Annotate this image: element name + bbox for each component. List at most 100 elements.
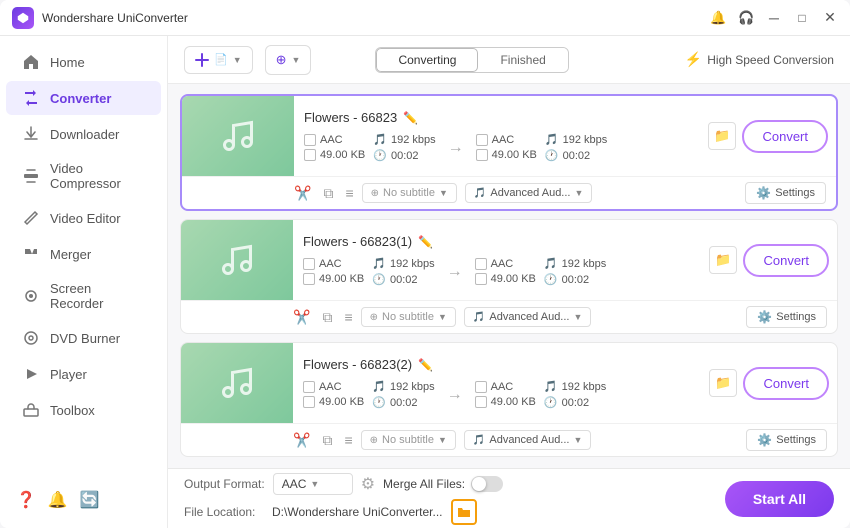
file-name-row-1: Flowers - 66823 ✏️: [304, 110, 690, 125]
start-all-button[interactable]: Start All: [725, 481, 834, 517]
lightning-icon: ⚡: [685, 51, 702, 68]
output-format-select[interactable]: AAC ▼: [273, 473, 353, 495]
gear-icon-3: ⚙️: [757, 433, 772, 447]
folder-btn-3[interactable]: 📁: [709, 369, 737, 397]
file-card-bottom-1: ✂️ ⧉ ≡ ⊕ No subtitle ▼ 🎵 Advanced Aud...: [182, 176, 836, 209]
file-name-row-3: Flowers - 66823(2) ✏️: [303, 357, 691, 372]
file-path-display: D:\Wondershare UniConverter...: [272, 505, 443, 519]
output-format-2: AAC 49.00 KB: [475, 258, 536, 285]
file-formats-2: AAC 49.00 KB 🎵192 kbps 🕐00:02 → AAC: [303, 257, 691, 286]
input-bitrate-1: 192 kbps: [391, 134, 436, 146]
convert-button-3[interactable]: Convert: [743, 367, 829, 400]
edit-icon-2[interactable]: ✏️: [418, 235, 433, 249]
input-bitrate-2: 192 kbps: [390, 258, 435, 270]
subtitle-select-1[interactable]: ⊕ No subtitle ▼: [362, 183, 457, 203]
headset-icon[interactable]: 🎧: [738, 10, 754, 26]
output-bitrate-3: 192 kbps: [562, 381, 607, 393]
sidebar: Home Converter Downloader Video Compress…: [0, 36, 168, 528]
sidebar-item-merger[interactable]: Merger: [6, 237, 161, 271]
subtitle-select-3[interactable]: ⊕ No subtitle ▼: [361, 430, 456, 450]
high-speed-label: High Speed Conversion: [707, 53, 834, 67]
file-actions-3: 📁 Convert: [701, 367, 837, 400]
toolbar: 📄 ▼ ⊕ ▼ Converting Finished ⚡ High Speed…: [168, 36, 850, 84]
output-format-row: Output Format: AAC ▼ ⚙ Merge All Files:: [184, 473, 709, 495]
bell-icon[interactable]: 🔔: [48, 490, 68, 510]
scissors-icon-3[interactable]: ✂️: [293, 432, 310, 449]
sidebar-label-converter: Converter: [50, 91, 111, 106]
folder-btn-1[interactable]: 📁: [708, 122, 736, 150]
arrow-icon-1: →: [444, 139, 468, 157]
copy-icon-3[interactable]: ⧉: [322, 432, 332, 449]
gear-icon-1: ⚙️: [756, 186, 771, 200]
sidebar-item-recorder[interactable]: Screen Recorder: [6, 273, 161, 319]
sidebar-item-player[interactable]: Player: [6, 357, 161, 391]
input-extra-1: 🎵192 kbps 🕐00:02: [373, 133, 435, 162]
output-bitrate-1: 192 kbps: [563, 134, 608, 146]
sidebar-item-downloader[interactable]: Downloader: [6, 117, 161, 151]
notification-icon[interactable]: 🔔: [710, 10, 726, 26]
sidebar-item-toolbox[interactable]: Toolbox: [6, 393, 161, 427]
sidebar-item-dvd[interactable]: DVD Burner: [6, 321, 161, 355]
convert-button-2[interactable]: Convert: [743, 244, 829, 277]
player-icon: [22, 365, 40, 383]
title-bar: Wondershare UniConverter 🔔 🎧 ─ □ ✕: [0, 0, 850, 36]
output-format-3: AAC 49.00 KB: [475, 381, 536, 408]
list-icon-3[interactable]: ≡: [344, 432, 352, 448]
copy-icon-1[interactable]: ⧉: [323, 185, 333, 202]
settings-btn-3[interactable]: ⚙️ Settings: [746, 429, 827, 451]
maximize-btn[interactable]: □: [794, 11, 810, 25]
sidebar-item-compressor[interactable]: Video Compressor: [6, 153, 161, 199]
add-file-button[interactable]: 📄 ▼: [184, 46, 253, 74]
scissors-icon-2[interactable]: ✂️: [293, 309, 310, 326]
file-name-row-2: Flowers - 66823(1) ✏️: [303, 234, 691, 249]
output-format-label-3: AAC: [491, 381, 514, 393]
output-duration-2: 00:02: [562, 274, 590, 286]
sidebar-item-editor[interactable]: Video Editor: [6, 201, 161, 235]
output-format-label-2: AAC: [491, 258, 514, 270]
audio-select-3[interactable]: 🎵 Advanced Aud... ▼: [464, 430, 592, 450]
tools-row-3: ✂️ ⧉ ≡: [293, 432, 353, 449]
audio-label-1: Advanced Aud...: [490, 187, 570, 199]
bottom-left: Output Format: AAC ▼ ⚙ Merge All Files:: [184, 473, 709, 525]
copy-icon-2[interactable]: ⧉: [322, 309, 332, 326]
edit-icon-1[interactable]: ✏️: [403, 111, 418, 125]
subtitle-icon-3: ⊕: [370, 435, 378, 446]
audio-select-1[interactable]: 🎵 Advanced Aud... ▼: [465, 183, 593, 203]
tab-finished[interactable]: Finished: [478, 48, 567, 72]
add-caret: ▼: [233, 55, 242, 65]
file-formats-3: AAC 49.00 KB 🎵192 kbps 🕐00:02 → AAC: [303, 380, 691, 409]
settings-btn-2[interactable]: ⚙️ Settings: [746, 306, 827, 328]
merge-toggle-switch[interactable]: [471, 476, 503, 492]
input-extra-3: 🎵192 kbps 🕐00:02: [372, 380, 434, 409]
converter-icon: [22, 89, 40, 107]
scissors-icon-1[interactable]: ✂️: [294, 185, 311, 202]
input-size-3: 49.00 KB: [319, 396, 364, 408]
browse-folder-button[interactable]: [451, 499, 477, 525]
list-icon-2[interactable]: ≡: [344, 309, 352, 325]
tab-converting[interactable]: Converting: [376, 48, 478, 72]
add-file-icon-label: 📄: [214, 53, 228, 66]
edit-icon-3[interactable]: ✏️: [418, 358, 433, 372]
app-title: Wondershare UniConverter: [42, 11, 710, 25]
sidebar-label-compressor: Video Compressor: [50, 161, 145, 191]
high-speed-section: ⚡ High Speed Conversion: [685, 51, 834, 68]
settings-btn-1[interactable]: ⚙️ Settings: [745, 182, 826, 204]
audio-label-2: Advanced Aud...: [489, 311, 569, 323]
input-format-2: AAC 49.00 KB: [303, 258, 364, 285]
sidebar-item-converter[interactable]: Converter: [6, 81, 161, 115]
refresh-icon[interactable]: 🔄: [80, 490, 100, 510]
subtitle-select-2[interactable]: ⊕ No subtitle ▼: [361, 307, 456, 327]
convert-button-1[interactable]: Convert: [742, 120, 828, 153]
help-icon[interactable]: ❓: [16, 490, 36, 510]
arrow-icon-2: →: [443, 263, 467, 281]
minimize-btn[interactable]: ─: [766, 10, 782, 26]
format-settings-icon[interactable]: ⚙: [361, 474, 375, 494]
input-size-2: 49.00 KB: [319, 273, 364, 285]
close-btn[interactable]: ✕: [822, 9, 838, 26]
folder-btn-2[interactable]: 📁: [709, 246, 737, 274]
add-folder-button[interactable]: ⊕ ▼: [265, 45, 312, 75]
list-icon-1[interactable]: ≡: [345, 185, 353, 201]
merge-toggle-section: Merge All Files:: [383, 476, 503, 492]
audio-select-2[interactable]: 🎵 Advanced Aud... ▼: [464, 307, 592, 327]
sidebar-item-home[interactable]: Home: [6, 45, 161, 79]
